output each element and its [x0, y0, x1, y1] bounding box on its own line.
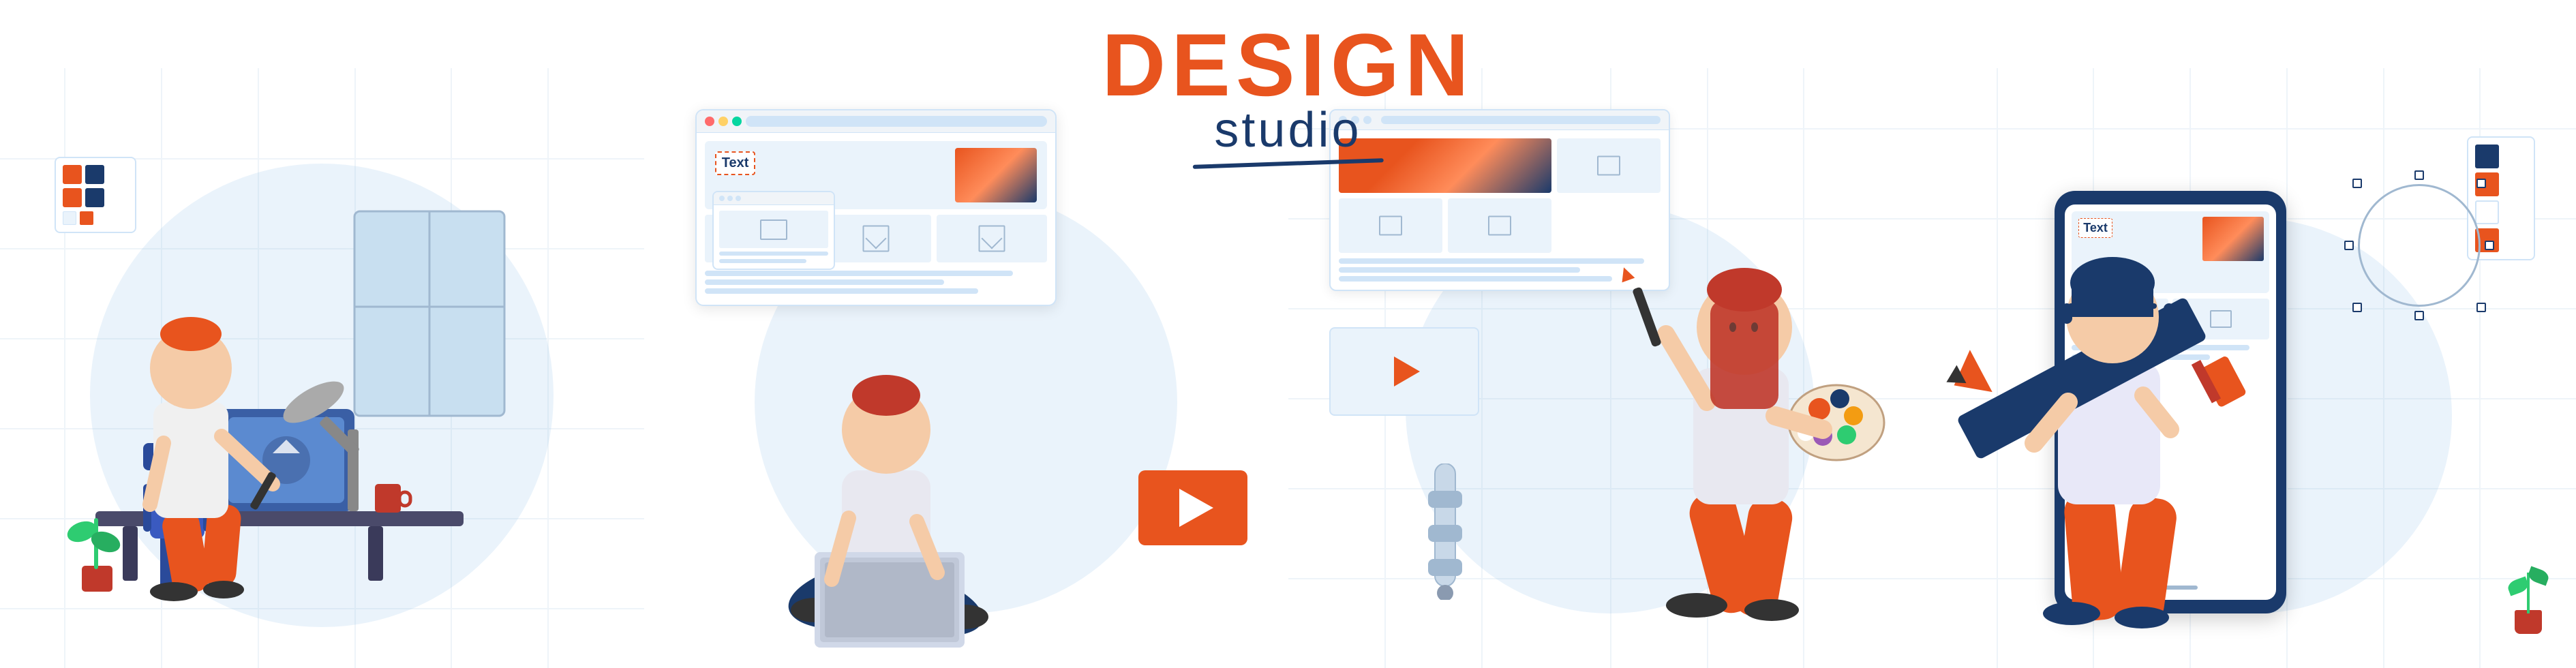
- handle-top-right: [2476, 179, 2486, 188]
- title-area: DESIGN studio: [1102, 20, 1474, 166]
- plant-leaf-right: [2526, 566, 2550, 586]
- browser-url-bar: [746, 116, 1047, 127]
- title-studio: studio: [1214, 102, 1361, 158]
- browser-dot-green: [732, 117, 742, 126]
- browser-hero-img: [955, 148, 1037, 202]
- panel-3-person-svg: [1571, 164, 1911, 641]
- design-line-2: [1339, 267, 1580, 273]
- browser-small-dot-2: [727, 196, 733, 201]
- small-play-icon: [1394, 356, 1420, 386]
- panel-1: [0, 68, 644, 668]
- plant-decoration: [2508, 552, 2549, 634]
- browser-small-bar: [714, 192, 834, 205]
- cp-swatch-navy: [2475, 145, 2499, 168]
- plant-pot: [2515, 610, 2542, 634]
- main-container: DESIGN studio: [0, 0, 2576, 668]
- browser-hero-text: Text: [715, 151, 756, 175]
- browser-small-dot-3: [736, 196, 741, 201]
- title-design: DESIGN: [1102, 20, 1474, 109]
- handle-top: [2414, 170, 2424, 180]
- handle-right: [2485, 241, 2494, 250]
- play-triangle-icon: [1179, 489, 1213, 527]
- panel-1-person-svg: [41, 170, 532, 634]
- panel-4-person-svg: [1932, 136, 2409, 648]
- panel-2-person-svg: [712, 239, 1176, 648]
- handle-bottom-right: [2476, 303, 2486, 312]
- panel-3-robot-svg: [1418, 464, 1472, 600]
- browser-dot-yellow: [718, 117, 728, 126]
- small-video-box: [1329, 327, 1479, 416]
- cp-row-1: [2475, 145, 2527, 168]
- design-thumb-2: [1339, 198, 1442, 253]
- panel-4: Text: [1932, 68, 2576, 668]
- browser-bar: [697, 110, 1055, 133]
- plant-stem: [2527, 573, 2530, 613]
- browser-small-dot-1: [719, 196, 725, 201]
- browser-dot-red: [705, 117, 714, 126]
- design-thumb-3: [1448, 198, 1551, 253]
- handle-bottom: [2414, 311, 2424, 320]
